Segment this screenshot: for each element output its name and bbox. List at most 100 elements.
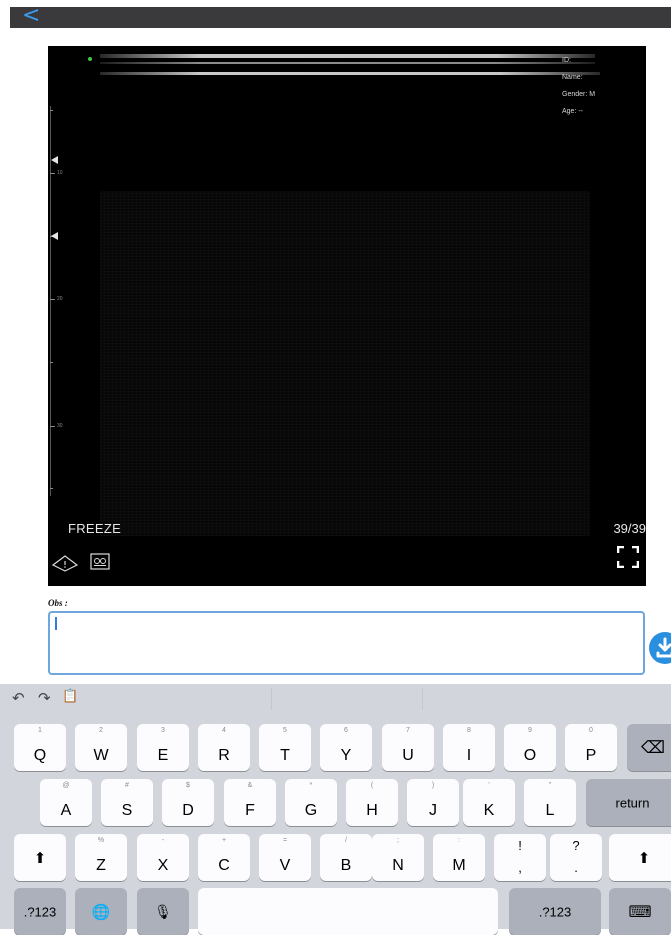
redo-icon[interactable]: ↷ bbox=[38, 689, 51, 707]
shift-key-left[interactable]: ⬆ bbox=[14, 834, 66, 881]
key-hint: ? bbox=[572, 838, 580, 853]
hide-keyboard-key[interactable]: ⌨ bbox=[609, 888, 671, 935]
key-label: X bbox=[157, 857, 169, 874]
key-p[interactable]: 0P bbox=[565, 724, 617, 771]
key-o[interactable]: 9O bbox=[504, 724, 556, 771]
numbers-key-right[interactable]: .?123 bbox=[509, 888, 601, 935]
depth-tick bbox=[50, 426, 55, 427]
key-label: R bbox=[218, 747, 230, 764]
key-label: Z bbox=[96, 857, 106, 874]
patient-gender: Gender: M bbox=[562, 91, 596, 98]
depth-tick-label: 20 bbox=[57, 296, 63, 302]
key-m[interactable]: :M bbox=[433, 834, 485, 881]
key-z[interactable]: % Z bbox=[75, 834, 127, 881]
download-icon bbox=[656, 637, 671, 658]
key-hint: 2 bbox=[99, 727, 103, 734]
depth-tick-label: 10 bbox=[57, 170, 63, 176]
chevron-left-icon[interactable]: < bbox=[22, 5, 40, 27]
key-r[interactable]: 4R bbox=[198, 724, 250, 771]
key-hint: # bbox=[125, 782, 129, 789]
key-f[interactable]: & F bbox=[224, 779, 276, 826]
key-hint: % bbox=[97, 837, 105, 844]
scan-reflection-line bbox=[100, 62, 595, 64]
cine-loop-icon[interactable] bbox=[90, 553, 110, 570]
key-hint: 4 bbox=[222, 727, 226, 734]
key-label: . bbox=[574, 860, 578, 875]
patient-info: ID: Name: Gender: M Age: -- bbox=[562, 52, 595, 120]
key-v[interactable]: = V bbox=[259, 834, 311, 881]
focus-marker-icon[interactable] bbox=[51, 232, 58, 240]
key-hint: 7 bbox=[406, 727, 410, 734]
focus-marker-icon[interactable] bbox=[51, 156, 58, 164]
ultrasound-speckle-area bbox=[100, 191, 590, 536]
key-label: G bbox=[304, 802, 318, 819]
patient-id: ID: bbox=[562, 57, 571, 64]
delete-key[interactable]: ⌫ bbox=[627, 724, 671, 771]
dictation-key[interactable]: 🎙 bbox=[137, 888, 189, 935]
paste-icon[interactable]: 📋 bbox=[62, 689, 78, 704]
key-l[interactable]: " L bbox=[524, 779, 576, 826]
key-hint: 3 bbox=[161, 727, 165, 734]
key-label: E bbox=[157, 747, 169, 764]
key-y[interactable]: 6Y bbox=[320, 724, 372, 771]
microphone-icon: 🎙 bbox=[154, 903, 172, 919]
frame-counter: 39/39 bbox=[613, 521, 646, 536]
key-s[interactable]: # S bbox=[101, 779, 153, 826]
key-a[interactable]: @ A bbox=[40, 779, 92, 826]
ultrasound-image-viewer[interactable]: ID: Name: Gender: M Age: -- 10 20 30 FRE… bbox=[48, 46, 646, 586]
key-k[interactable]: ' K bbox=[463, 779, 515, 826]
save-button[interactable] bbox=[649, 632, 671, 664]
key-exclamation-comma[interactable]: !, bbox=[494, 834, 546, 881]
key-hint: / bbox=[345, 837, 347, 844]
fullscreen-icon[interactable] bbox=[617, 546, 639, 568]
key-e[interactable]: 3E bbox=[137, 724, 189, 771]
globe-key[interactable]: 🌐 bbox=[75, 888, 127, 935]
key-hint: ) bbox=[431, 782, 435, 789]
depth-tick-label: 30 bbox=[57, 423, 63, 429]
top-bar: < bbox=[10, 5, 671, 28]
depth-minor-tick bbox=[50, 110, 53, 111]
space-bar[interactable] bbox=[198, 888, 498, 935]
key-x[interactable]: -X bbox=[137, 834, 189, 881]
numbers-label: .?123 bbox=[23, 904, 57, 919]
numbers-key-left[interactable]: .?123 bbox=[14, 888, 66, 935]
observation-label: Obs : bbox=[48, 598, 68, 608]
key-b[interactable]: / B bbox=[320, 834, 372, 881]
key-label: S bbox=[121, 802, 133, 819]
key-d[interactable]: $ D bbox=[162, 779, 214, 826]
key-label: P bbox=[585, 747, 597, 764]
shift-key-right[interactable]: ⬆ bbox=[609, 834, 671, 881]
key-label: M bbox=[452, 857, 466, 874]
key-t[interactable]: 5T bbox=[259, 724, 311, 771]
key-u[interactable]: 7U bbox=[382, 724, 434, 771]
key-label: H bbox=[366, 802, 378, 819]
key-question-period[interactable]: ?. bbox=[550, 834, 602, 881]
key-label: D bbox=[182, 802, 194, 819]
key-h[interactable]: (H bbox=[346, 779, 398, 826]
key-label: T bbox=[280, 747, 290, 764]
undo-icon[interactable]: ↶ bbox=[12, 689, 25, 707]
key-hint: & bbox=[247, 782, 253, 789]
key-label: K bbox=[483, 802, 495, 819]
return-key[interactable]: return bbox=[586, 779, 671, 826]
key-hint: ! bbox=[518, 838, 522, 853]
key-j[interactable]: ) J bbox=[407, 779, 459, 826]
key-hint: 5 bbox=[283, 727, 287, 734]
key-q[interactable]: 1Q bbox=[14, 724, 66, 771]
key-n[interactable]: ; N bbox=[372, 834, 424, 881]
key-label: I bbox=[466, 747, 472, 764]
key-i[interactable]: 8I bbox=[443, 724, 495, 771]
key-w[interactable]: 2W bbox=[75, 724, 127, 771]
observation-input[interactable] bbox=[48, 611, 645, 675]
patient-name: Name: bbox=[562, 74, 583, 81]
key-hint: 1 bbox=[38, 727, 42, 734]
key-g[interactable]: * G bbox=[285, 779, 337, 826]
key-label: F bbox=[245, 802, 255, 819]
depth-tick bbox=[50, 299, 55, 300]
key-hint: - bbox=[161, 837, 165, 844]
key-hint: 8 bbox=[467, 727, 471, 734]
key-c[interactable]: + C bbox=[198, 834, 250, 881]
text-caret bbox=[55, 617, 57, 630]
probe-icon[interactable] bbox=[52, 554, 78, 572]
key-hint: 0 bbox=[589, 727, 593, 734]
